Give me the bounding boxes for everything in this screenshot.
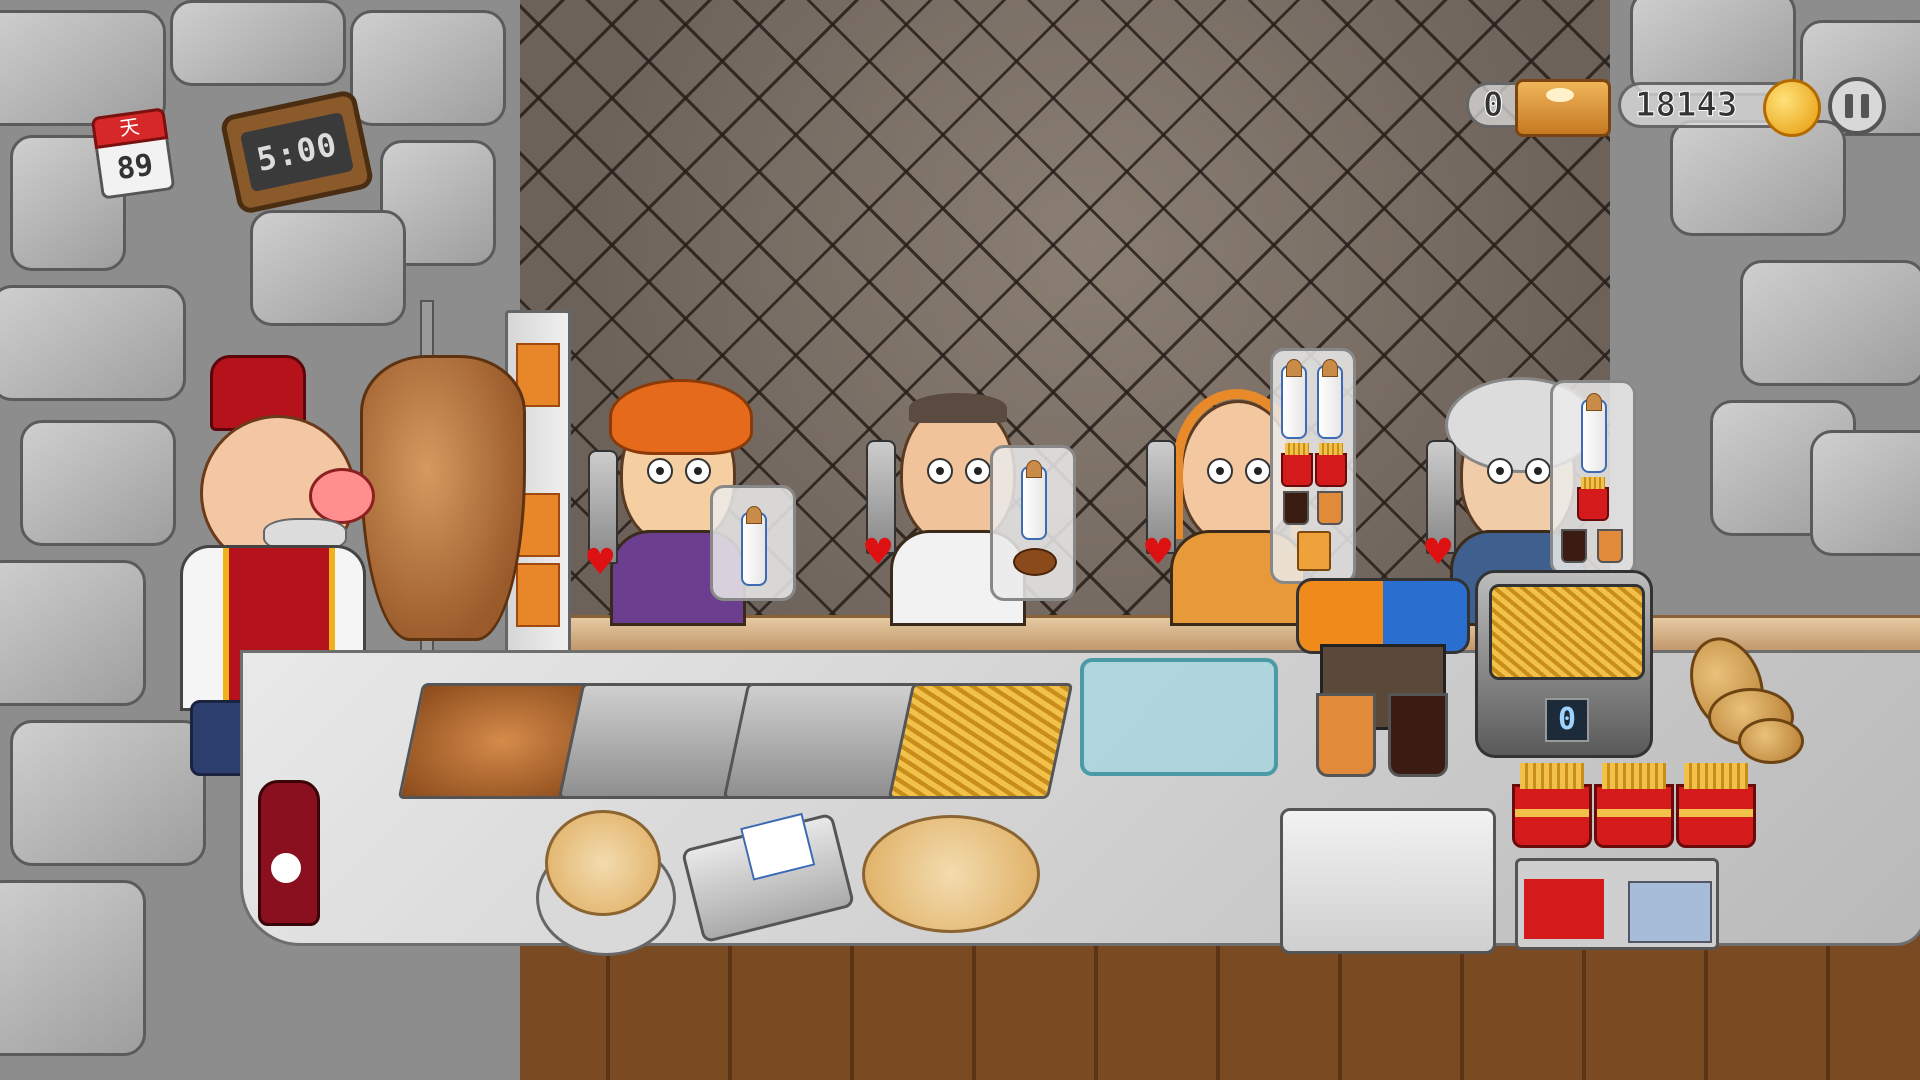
fries-box[interactable] (1594, 763, 1674, 848)
cup-stack[interactable] (1628, 881, 1712, 943)
juice-box-icon (1297, 531, 1331, 571)
juice-icon (1597, 529, 1623, 563)
fryer-basket (1489, 584, 1645, 680)
supply-shelf (1515, 858, 1719, 950)
cola-icon (1561, 529, 1587, 563)
fries-icon (1281, 443, 1313, 487)
fries-box[interactable] (1676, 763, 1756, 848)
fries-box-stack[interactable] (1524, 879, 1604, 939)
pause-icon (1845, 94, 1853, 118)
cola-cup[interactable] (1388, 693, 1448, 777)
wrap-icon (1281, 359, 1307, 439)
heart-icon: ♥ (862, 532, 895, 573)
heart-icon: ♥ (1422, 532, 1455, 573)
customer-2[interactable]: ♥ (862, 380, 1076, 626)
fries-box[interactable] (1512, 763, 1592, 848)
cola-icon (1283, 491, 1309, 525)
juice-icon (1317, 491, 1343, 525)
order-bubble (710, 485, 796, 601)
clock-time: 5:00 (239, 111, 355, 193)
heart-icon: ♥ (584, 542, 617, 583)
bread-stack[interactable] (545, 810, 661, 916)
day-calendar: 天 89 (90, 107, 176, 200)
open-pita-bread[interactable] (862, 815, 1040, 933)
shawarma-meat[interactable] (360, 355, 526, 641)
order-bubble (1270, 348, 1356, 584)
wrap-icon (1021, 460, 1047, 540)
serving-plate-stack[interactable] (1280, 808, 1496, 954)
coin-count: 18143 (1634, 85, 1738, 126)
pomegranate-sauce-bottle[interactable] (258, 780, 320, 926)
customer-1[interactable]: ♥ (584, 379, 796, 626)
fryer-timer: 0 (1545, 698, 1589, 742)
deep-fryer[interactable]: 0 (1475, 570, 1653, 758)
order-bubble (1550, 380, 1636, 576)
order-bubble (990, 445, 1076, 601)
assembly-tray[interactable] (1080, 658, 1278, 776)
coin-icon (1763, 79, 1821, 137)
wrap-icon (1317, 359, 1343, 439)
day-number: 89 (95, 138, 176, 200)
baklava-counter: 0 (1466, 79, 1611, 137)
wrap-icon (741, 506, 767, 586)
fries-icon (1577, 477, 1609, 521)
heart-icon: ♥ (1142, 532, 1175, 573)
coin-counter: 18143 (1618, 79, 1821, 137)
potato-wedge-icon (1013, 548, 1057, 576)
potato[interactable] (1738, 718, 1804, 764)
wrap-icon (1581, 393, 1607, 473)
fries-tray[interactable] (887, 683, 1074, 799)
juice-cup[interactable] (1316, 693, 1376, 777)
pause-button[interactable] (1828, 77, 1886, 135)
baklava-count: 0 (1482, 85, 1504, 126)
fries-icon (1315, 443, 1347, 487)
customer-3[interactable]: ♥ (1142, 348, 1356, 626)
baklava-icon (1515, 79, 1611, 137)
